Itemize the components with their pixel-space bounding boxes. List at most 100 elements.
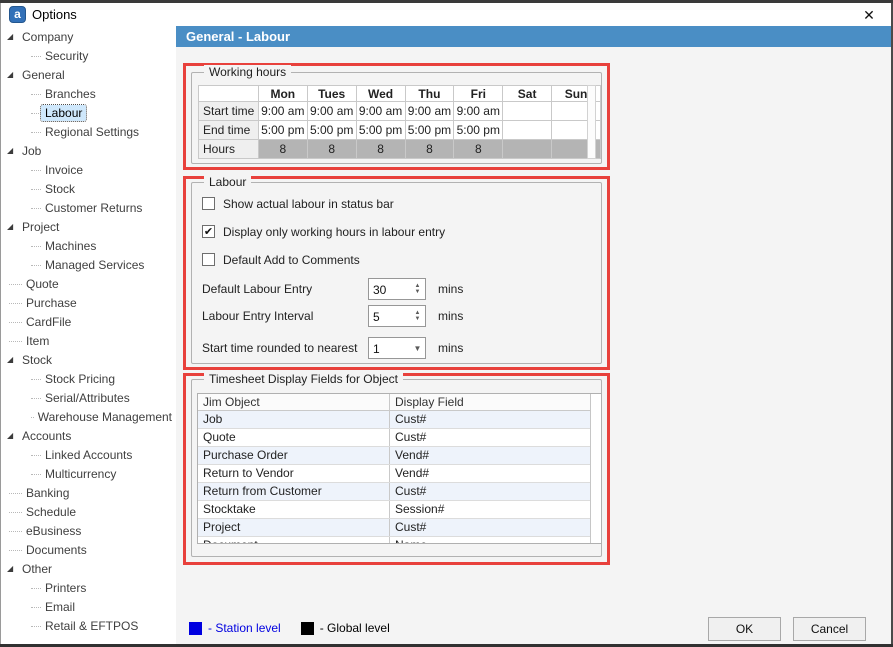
checkbox-unchecked-icon[interactable] bbox=[202, 253, 215, 266]
sidebar-item-quote[interactable]: Quote bbox=[1, 275, 176, 293]
start-time-cell-thu[interactable]: 9:00 am bbox=[405, 102, 454, 121]
expand-arrow-icon[interactable]: ◢ bbox=[7, 427, 18, 445]
expand-arrow-icon[interactable]: ◢ bbox=[7, 560, 18, 578]
end-time-cell-sat[interactable] bbox=[503, 121, 552, 140]
end-time-cell-mon[interactable]: 5:00 pm bbox=[258, 121, 307, 140]
spinner-down-icon[interactable]: ▼ bbox=[415, 316, 421, 322]
checkbox-checked-icon[interactable]: ✔ bbox=[202, 225, 215, 238]
sidebar-item-customer-returns[interactable]: Customer Returns bbox=[1, 199, 176, 217]
sidebar-item-retail-eftpos[interactable]: Retail & EFTPOS bbox=[1, 617, 176, 635]
cell-display-field: Cust# bbox=[389, 411, 601, 428]
default-labour-entry-spinner[interactable]: 30▲▼ bbox=[368, 278, 426, 300]
sidebar-item-email[interactable]: Email bbox=[1, 598, 176, 616]
sidebar-item-cardfile[interactable]: CardFile bbox=[1, 313, 176, 331]
sidebar-item-serial-attributes[interactable]: Serial/Attributes bbox=[1, 389, 176, 407]
column-header-display-field[interactable]: Display Field bbox=[389, 394, 601, 410]
expand-arrow-icon[interactable]: ◢ bbox=[7, 66, 18, 84]
sidebar-item-banking[interactable]: Banking bbox=[1, 484, 176, 502]
table-row-quote[interactable]: QuoteCust# bbox=[198, 429, 601, 447]
expand-arrow-icon[interactable]: ◢ bbox=[7, 218, 18, 236]
sidebar-item-other[interactable]: ◢Other bbox=[1, 560, 176, 578]
table-row-return-from-customer[interactable]: Return from CustomerCust# bbox=[198, 483, 601, 501]
column-header-jim-object[interactable]: Jim Object bbox=[198, 394, 389, 410]
start-time-cell-tues[interactable]: 9:00 am bbox=[307, 102, 356, 121]
sidebar-item-labour[interactable]: Labour bbox=[1, 104, 176, 122]
sidebar-item-purchase[interactable]: Purchase bbox=[1, 294, 176, 312]
table-row-document[interactable]: DocumentName bbox=[198, 537, 601, 544]
expand-arrow-icon[interactable]: ◢ bbox=[7, 142, 18, 160]
sidebar-item-stock-pricing[interactable]: Stock Pricing bbox=[1, 370, 176, 388]
sidebar-item-security[interactable]: Security bbox=[1, 47, 176, 65]
timesheet-group: Timesheet Display Fields for Object Jim … bbox=[191, 379, 602, 557]
sidebar-item-accounts[interactable]: ◢Accounts bbox=[1, 427, 176, 445]
expand-arrow-icon[interactable]: ◢ bbox=[7, 351, 18, 369]
sidebar-item-item[interactable]: Item bbox=[1, 332, 176, 350]
end-time-cell-fri[interactable]: 5:00 pm bbox=[454, 121, 503, 140]
tree-item-label: Purchase bbox=[22, 295, 81, 311]
chevron-down-icon[interactable]: ▼ bbox=[410, 338, 425, 358]
cell-display-field: Vend# bbox=[389, 447, 601, 464]
start-time-cell-mon[interactable]: 9:00 am bbox=[258, 102, 307, 121]
tree-connector bbox=[31, 56, 41, 57]
tree-connector bbox=[31, 265, 41, 266]
sidebar-item-linked-accounts[interactable]: Linked Accounts bbox=[1, 446, 176, 464]
working-hours-scrollbar[interactable] bbox=[587, 85, 596, 159]
tree-item-label: Regional Settings bbox=[41, 124, 143, 140]
sidebar-item-ebusiness[interactable]: eBusiness bbox=[1, 522, 176, 540]
sidebar-item-branches[interactable]: Branches bbox=[1, 85, 176, 103]
sidebar-item-machines[interactable]: Machines bbox=[1, 237, 176, 255]
start-time-cell-sat[interactable] bbox=[503, 102, 552, 121]
sidebar-item-schedule[interactable]: Schedule bbox=[1, 503, 176, 521]
table-row-job[interactable]: JobCust# bbox=[198, 411, 601, 429]
spinner-arrows-icon[interactable]: ▲▼ bbox=[410, 306, 425, 326]
tree-connector bbox=[31, 113, 41, 114]
tree-connector bbox=[9, 284, 22, 285]
labour-entry-interval-spinner[interactable]: 5▲▼ bbox=[368, 305, 426, 327]
table-row-project[interactable]: ProjectCust# bbox=[198, 519, 601, 537]
checkbox-unchecked-icon[interactable] bbox=[202, 197, 215, 210]
spinner-down-icon[interactable]: ▼ bbox=[415, 289, 421, 295]
sidebar-item-warehouse-management[interactable]: Warehouse Management bbox=[1, 408, 176, 426]
sidebar-item-project[interactable]: ◢Project bbox=[1, 218, 176, 236]
timesheet-scrollbar[interactable] bbox=[590, 394, 601, 543]
sidebar-item-job[interactable]: ◢Job bbox=[1, 142, 176, 160]
hours-cell-wed: 8 bbox=[356, 140, 405, 159]
sidebar-item-regional-settings[interactable]: Regional Settings bbox=[1, 123, 176, 141]
field-row-start-time-rounded-to-nearest: Start time rounded to nearest1▼mins bbox=[202, 337, 463, 359]
end-time-cell-thu[interactable]: 5:00 pm bbox=[405, 121, 454, 140]
timesheet-group-label: Timesheet Display Fields for Object bbox=[204, 372, 403, 386]
table-row-stocktake[interactable]: StocktakeSession# bbox=[198, 501, 601, 519]
sidebar-item-company[interactable]: ◢Company bbox=[1, 28, 176, 46]
sidebar-item-documents[interactable]: Documents bbox=[1, 541, 176, 559]
cancel-button[interactable]: Cancel bbox=[793, 617, 866, 641]
tree-connector bbox=[31, 170, 41, 171]
end-time-cell-wed[interactable]: 5:00 pm bbox=[356, 121, 405, 140]
sidebar-item-general[interactable]: ◢General bbox=[1, 66, 176, 84]
timesheet-table: Jim ObjectDisplay Field JobCust#QuoteCus… bbox=[197, 393, 602, 544]
sidebar-item-managed-services[interactable]: Managed Services bbox=[1, 256, 176, 274]
checkbox-label: Default Add to Comments bbox=[223, 253, 360, 267]
working-hours-corner-cell bbox=[199, 86, 259, 102]
expand-arrow-icon[interactable]: ◢ bbox=[7, 28, 18, 46]
start-time-cell-wed[interactable]: 9:00 am bbox=[356, 102, 405, 121]
tree-connector bbox=[31, 132, 41, 133]
start-time-rounded-to-nearest-dropdown[interactable]: 1▼ bbox=[368, 337, 426, 359]
hours-cell-thu: 8 bbox=[405, 140, 454, 159]
sidebar-item-stock[interactable]: Stock bbox=[1, 180, 176, 198]
sidebar-item-stock[interactable]: ◢Stock bbox=[1, 351, 176, 369]
spinner-arrows-icon[interactable]: ▲▼ bbox=[410, 279, 425, 299]
table-row-purchase-order[interactable]: Purchase OrderVend# bbox=[198, 447, 601, 465]
start-time-cell-fri[interactable]: 9:00 am bbox=[454, 102, 503, 121]
sidebar-item-invoice[interactable]: Invoice bbox=[1, 161, 176, 179]
sidebar-item-multicurrency[interactable]: Multicurrency bbox=[1, 465, 176, 483]
day-header-sat: Sat bbox=[503, 86, 552, 102]
tree-connector bbox=[9, 322, 22, 323]
ok-button[interactable]: OK bbox=[708, 617, 781, 641]
tree-item-label: Documents bbox=[22, 542, 91, 558]
row-label-end-time: End time bbox=[199, 121, 259, 140]
cell-display-field: Cust# bbox=[389, 429, 601, 446]
end-time-cell-tues[interactable]: 5:00 pm bbox=[307, 121, 356, 140]
sidebar-item-printers[interactable]: Printers bbox=[1, 579, 176, 597]
close-icon[interactable]: ✕ bbox=[859, 6, 879, 24]
table-row-return-to-vendor[interactable]: Return to VendorVend# bbox=[198, 465, 601, 483]
